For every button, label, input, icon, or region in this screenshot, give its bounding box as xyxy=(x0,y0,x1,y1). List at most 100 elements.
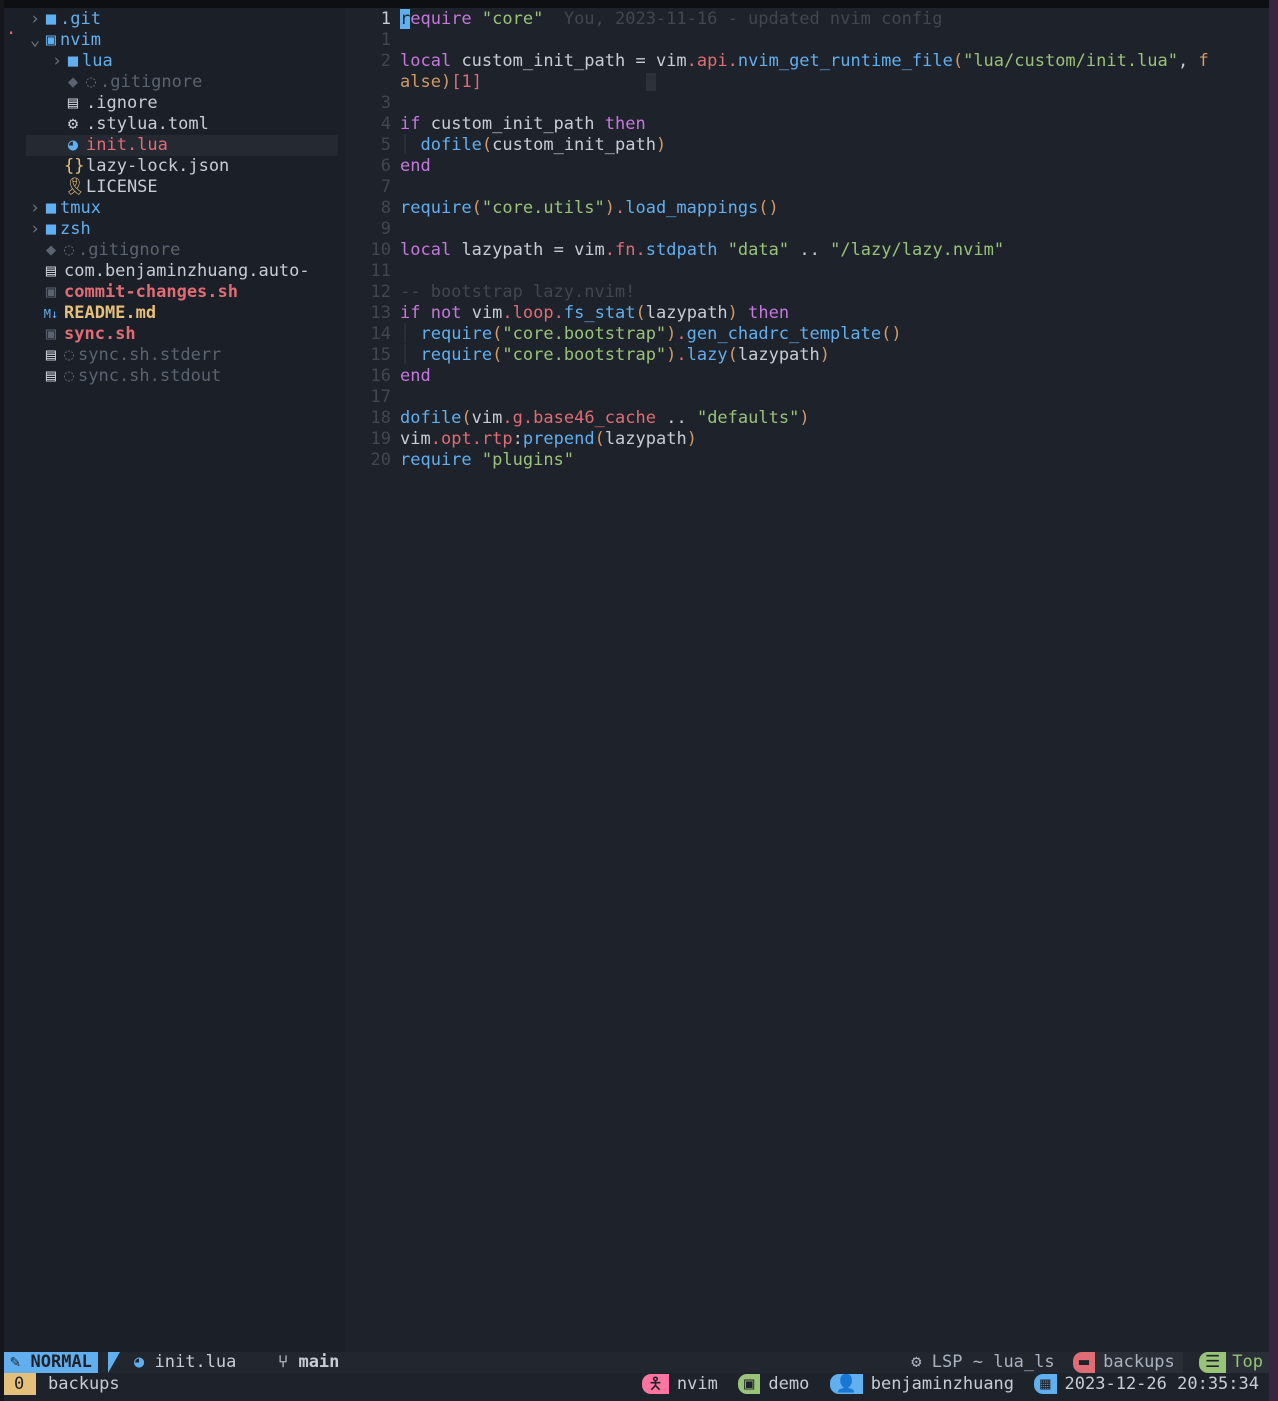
chevron-right-icon: › xyxy=(29,198,41,218)
markdown-icon: M↓ xyxy=(43,307,59,321)
terminal-window: . › ■ .git ⌄ ▣ nvim › ■ lua ◆ ◌ .gitignore ▤ .ign… xyxy=(0,0,1278,1401)
tree-item-plist[interactable]: ▤ com.benjaminzhuang.auto- xyxy=(4,261,345,282)
chevron-right-icon: › xyxy=(29,9,41,29)
statusline: ✎ NORMAL ◕ init.lua ⑂ main ⚙ LSP ~ lua_l… xyxy=(4,1352,1269,1373)
line-number: 6 xyxy=(380,156,391,176)
text-cursor: r xyxy=(400,9,411,29)
process-icon: 🯅 xyxy=(641,1374,669,1394)
json-icon: {} xyxy=(64,156,85,176)
ignored-icon: ◌ xyxy=(63,240,75,260)
user-icon: 👤 xyxy=(829,1374,863,1394)
tree-item-init-lua[interactable]: ◕ init.lua xyxy=(26,135,338,156)
tmux-user: benjaminzhuang xyxy=(870,1374,1015,1394)
git-branch-icon: ⑂ xyxy=(278,1352,289,1372)
code-editor[interactable]: 1 1 2 3 4 5 6 7 8 9 10 11 12 13 14 15 16… xyxy=(345,8,1269,1352)
git-icon: ◆ xyxy=(67,72,79,92)
tree-item-ignore[interactable]: ▤ .ignore xyxy=(4,93,345,114)
statusline-file[interactable]: ◕ init.lua xyxy=(134,1352,236,1373)
line-number: 5 xyxy=(380,135,391,155)
line-number: 4 xyxy=(380,114,391,134)
folder-icon: ■ xyxy=(45,198,57,218)
tree-item-git[interactable]: › ■ .git xyxy=(4,9,345,30)
line-number: 1 xyxy=(380,9,391,29)
code-line: │ dofile(custom_init_path) xyxy=(400,135,667,155)
code-line: local custom_init_path = vim.api.nvim_ge… xyxy=(400,51,1209,71)
tmux-session: demo xyxy=(768,1374,810,1394)
tree-item-sync-stdout[interactable]: ▤ ◌ sync.sh.stdout xyxy=(4,366,345,387)
statusline-right: ⚙ LSP ~ lua_ls ▬ backups ☰ Top xyxy=(911,1352,1269,1373)
code-line: require "plugins" xyxy=(400,450,575,470)
code-line: end xyxy=(400,366,431,386)
mode-indicator: ✎ NORMAL xyxy=(4,1352,98,1373)
line-number: 12 xyxy=(370,282,391,302)
tmux-status-right: 🯅 nvim ▣ demo 👤 benjaminzhuang ▦ 2023-12-26 … xyxy=(641,1373,1261,1395)
lsp-status[interactable]: ⚙ LSP ~ lua_ls xyxy=(911,1352,1054,1373)
tree-item-nvim-gitignore[interactable]: ◆ ◌ .gitignore xyxy=(4,72,345,93)
gears-icon: ⚙ xyxy=(911,1352,922,1372)
line-number: 9 xyxy=(380,219,391,239)
code-line: require("core.utils").load_mappings() xyxy=(400,198,779,218)
calendar-icon: ▦ xyxy=(1034,1374,1057,1394)
tree-item-nvim[interactable]: ⌄ ▣ nvim xyxy=(4,30,345,51)
line-number: 18 xyxy=(370,408,391,428)
cwd-indicator: backups xyxy=(1095,1352,1183,1373)
line-number: 2 xyxy=(380,51,391,71)
tree-item-stylua[interactable]: ⚙ .stylua.toml xyxy=(4,114,345,135)
line-number: 3 xyxy=(380,93,391,113)
right-border xyxy=(1269,0,1278,1401)
code-line: end xyxy=(400,156,431,176)
lua-icon: ◕ xyxy=(67,135,79,155)
tree-item-lua[interactable]: › ■ lua xyxy=(4,51,345,72)
tree-item-sync[interactable]: ▣ sync.sh xyxy=(4,324,345,345)
code-line: alse)[1] xyxy=(400,72,656,93)
vim-icon: ✎ xyxy=(10,1352,21,1372)
code-line: if custom_init_path then xyxy=(400,114,646,134)
chevron-right-icon: › xyxy=(51,51,63,71)
folder-icon: ■ xyxy=(45,9,57,29)
tmux-statusbar: 0 backups 🯅 nvim ▣ demo 👤 benjaminzhuang ▦ 2… xyxy=(4,1373,1269,1395)
line-number: 8 xyxy=(380,198,391,218)
terminal-icon: ▣ xyxy=(45,282,57,302)
tmux-datetime: 2023-12-26 20:35:34 xyxy=(1064,1374,1259,1394)
tree-item-tmux[interactable]: › ■ tmux xyxy=(4,198,345,219)
license-icon: 🎗 xyxy=(64,177,86,197)
folder-icon: ▬ xyxy=(1072,1352,1096,1373)
tmux-window-name[interactable]: backups xyxy=(48,1373,120,1395)
ignored-icon: ◌ xyxy=(85,72,97,92)
line-number: 1 xyxy=(380,30,391,50)
line-number: 13 xyxy=(370,303,391,323)
line-number: 10 xyxy=(370,240,391,260)
virtual-text-block xyxy=(645,73,656,91)
line-number: 11 xyxy=(370,261,391,281)
file-icon: ▤ xyxy=(45,345,57,365)
folder-icon: ■ xyxy=(45,219,57,239)
file-tree[interactable]: . › ■ .git ⌄ ▣ nvim › ■ lua ◆ ◌ .gitignore ▤ .ign… xyxy=(4,8,345,1352)
code-line: require "core" You, 2023-11-16 - updated… xyxy=(400,9,943,29)
code-line: │ require("core.bootstrap").lazy(lazypat… xyxy=(400,345,831,365)
mode-separator xyxy=(108,1352,120,1373)
statusline-branch[interactable]: ⑂ main xyxy=(278,1352,339,1373)
code-line: if not vim.loop.fs_stat(lazypath) then xyxy=(400,303,790,323)
tree-item-license[interactable]: 🎗LICENSE xyxy=(4,177,345,198)
tree-item-sync-stderr[interactable]: ▤ ◌ sync.sh.stderr xyxy=(4,345,345,366)
tmux-process: nvim xyxy=(676,1374,718,1394)
tmux-window-index[interactable]: 0 xyxy=(4,1373,36,1395)
tree-item-commit-changes[interactable]: ▣ commit-changes.sh xyxy=(4,282,345,303)
line-number: 16 xyxy=(370,366,391,386)
gear-icon: ⚙ xyxy=(67,114,79,134)
line-number: 20 xyxy=(370,450,391,470)
tree-item-root-gitignore[interactable]: ◆ ◌ .gitignore xyxy=(4,240,345,261)
lines-icon: ☰ xyxy=(1199,1352,1227,1373)
scroll-position: Top xyxy=(1226,1352,1269,1373)
tree-item-zsh[interactable]: › ■ zsh xyxy=(4,219,345,240)
ignored-icon: ◌ xyxy=(63,366,75,386)
file-icon: ▤ xyxy=(67,93,79,113)
terminal-icon: ▣ xyxy=(45,324,57,344)
line-number: 17 xyxy=(370,387,391,407)
line-number: 15 xyxy=(370,345,391,365)
tree-item-readme[interactable]: M↓ README.md xyxy=(4,303,345,324)
tree-item-lazy-lock[interactable]: {}lazy-lock.json xyxy=(4,156,345,177)
git-blame-annotation: You, 2023-11-16 - updated nvim config xyxy=(563,9,943,29)
code-line: dofile(vim.g.base46_cache .. "defaults") xyxy=(400,408,810,428)
file-icon: ▤ xyxy=(45,261,57,281)
